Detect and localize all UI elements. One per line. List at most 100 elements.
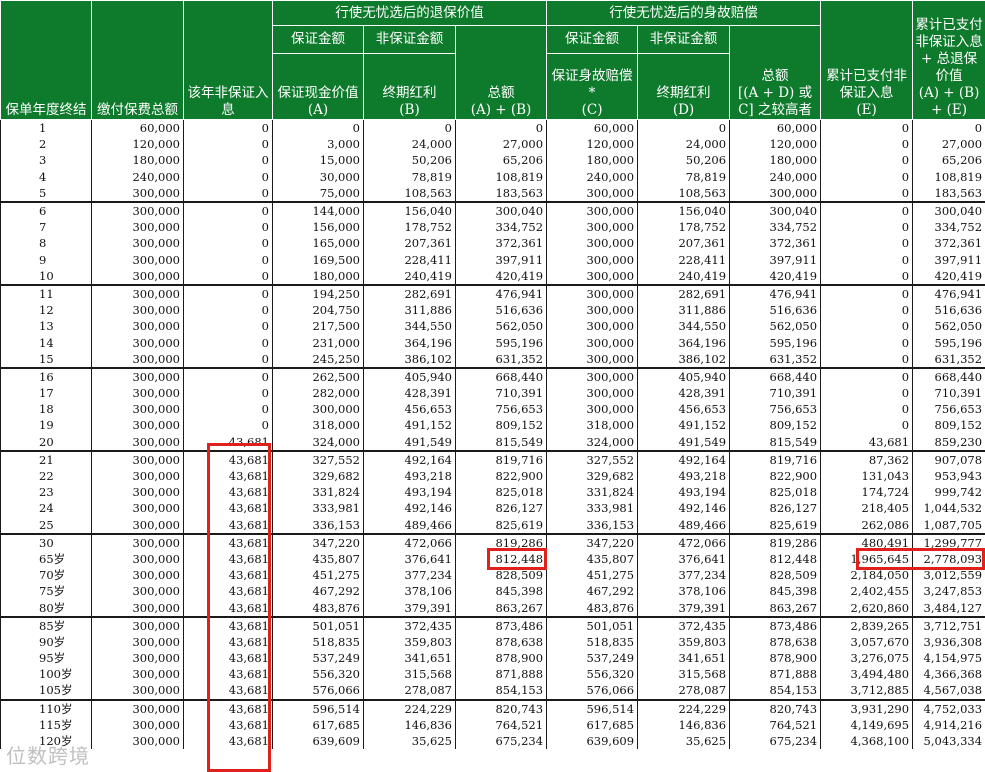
table-cell: 435,807 [272, 550, 364, 568]
table-row: 22 300,000 43,681 329,682 493,218 822,900 329,… [0, 467, 985, 485]
table-cell: 595,196 [912, 334, 985, 351]
table-cell: 108,819 [912, 168, 985, 185]
table-cell: 3,494,480 [820, 666, 914, 683]
table-cell: 78,819 [363, 168, 456, 185]
table-cell: 0 [820, 334, 914, 351]
table-cell: 5,043,334 [912, 732, 985, 750]
table-cell: 344,550 [637, 318, 731, 335]
table-cell: 386,102 [363, 350, 456, 368]
table-cell: 820,743 [729, 698, 822, 717]
table-cell: 334,752 [455, 219, 548, 236]
table-cell: 78,819 [637, 168, 731, 185]
table-cell: 300,000 [91, 401, 184, 418]
table-cell: 537,249 [546, 650, 639, 667]
table-cell: 4,154,975 [912, 650, 985, 667]
table-cell: 501,051 [272, 615, 364, 634]
table-row: 5 300,000 0 75,000 108,563 183,563 300,000 108,… [0, 184, 985, 202]
table-cell: 180,000 [272, 267, 364, 285]
table-cell: 756,653 [912, 401, 985, 418]
table-cell: 0 [637, 119, 731, 137]
table-cell: 331,824 [272, 484, 364, 501]
table-cell: 300,000 [91, 516, 184, 534]
table-cell: 300,000 [91, 716, 184, 733]
table-cell: 819,716 [729, 449, 822, 468]
table-cell: 146,836 [363, 716, 456, 733]
table-cell: 43,681 [183, 449, 273, 468]
table-cell: 300,000 [546, 235, 639, 252]
table-cell: 378,106 [363, 583, 456, 600]
table-row: 25 300,000 43,681 336,153 489,466 825,619 336,… [0, 516, 985, 534]
table-cell: 207,361 [363, 235, 456, 252]
table-cell: 631,352 [455, 350, 548, 368]
table-cell: 300,000 [91, 251, 184, 268]
table-cell: 0 [183, 417, 273, 434]
table-cell: 828,509 [729, 567, 822, 584]
table-cell: 183,563 [455, 184, 548, 202]
row-year-cell: 115岁 [0, 716, 92, 733]
table-cell: 4,752,033 [912, 698, 985, 717]
table-cell: 0 [820, 168, 914, 185]
table-cell: 262,086 [820, 516, 914, 534]
table-cell: 4,366,368 [912, 666, 985, 683]
table-cell: 639,609 [546, 732, 639, 750]
header-death-terminal-bonus: 终期红利 (D) [637, 53, 731, 120]
table-cell: 194,250 [272, 283, 364, 303]
row-year-cell: 105岁 [0, 682, 92, 700]
table-row: 15 300,000 0 245,250 386,102 631,352 300,000 38… [0, 350, 985, 368]
row-year-cell: 16 [0, 366, 92, 385]
table-cell: 224,229 [363, 698, 456, 717]
table-cell: 0 [183, 235, 273, 252]
row-year-cell: 5 [0, 184, 92, 202]
table-cell: 4,368,100 [820, 732, 914, 750]
table-cell: 282,691 [637, 283, 731, 303]
table-cell: 854,153 [729, 682, 822, 700]
table-cell: 516,636 [729, 302, 822, 319]
table-cell: 15,000 [272, 152, 364, 169]
table-cell: 108,563 [363, 184, 456, 202]
table-cell: 3,000 [272, 136, 364, 153]
header-death-total: 总额 [(A + D) 或 C] 之较高者 [729, 25, 822, 120]
table-cell: 825,018 [455, 484, 548, 501]
table-cell: 1,087,705 [912, 516, 985, 534]
table-cell: 43,681 [183, 550, 273, 568]
table-row: 9 300,000 0 169,500 228,411 397,911 300,000 228… [0, 251, 985, 268]
table-cell: 300,000 [546, 251, 639, 268]
table-cell: 467,292 [272, 583, 364, 600]
table-cell: 631,352 [729, 350, 822, 368]
table-cell: 3,012,559 [912, 567, 985, 584]
table-cell: 631,352 [912, 350, 985, 368]
row-year-cell: 2 [0, 136, 92, 153]
table-cell: 863,267 [729, 599, 822, 617]
table-cell: 43,681 [183, 433, 273, 451]
table-cell: 0 [272, 119, 364, 137]
table-cell: 311,886 [363, 302, 456, 319]
table-cell: 518,835 [272, 633, 364, 650]
table-cell: 311,886 [637, 302, 731, 319]
table-cell: 710,391 [912, 385, 985, 402]
table-cell: 822,900 [729, 467, 822, 485]
table-cell: 300,000 [91, 417, 184, 434]
table-cell: 0 [183, 219, 273, 236]
table-cell: 501,051 [546, 615, 639, 634]
header-group-death-benefit: 行使无忧选后的身故赔偿 [546, 0, 822, 26]
table-cell: 878,900 [729, 650, 822, 667]
table-cell: 300,000 [546, 366, 639, 385]
table-cell: 300,000 [729, 184, 822, 202]
table-cell: 871,888 [455, 666, 548, 683]
table-cell: 329,682 [272, 467, 364, 485]
table-cell: 397,911 [912, 251, 985, 268]
table-cell: 300,000 [91, 385, 184, 402]
table-cell: 428,391 [363, 385, 456, 402]
table-cell: 35,625 [363, 732, 456, 750]
table-cell: 282,691 [363, 283, 456, 303]
table-cell: 300,000 [91, 633, 184, 650]
table-cell: 336,153 [272, 516, 364, 534]
table-cell: 4,914,216 [912, 716, 985, 733]
table-cell: 710,391 [455, 385, 548, 402]
table-cell: 0 [820, 302, 914, 319]
row-year-cell: 75岁 [0, 583, 92, 600]
row-year-cell: 65岁 [0, 550, 92, 568]
table-cell: 183,563 [912, 184, 985, 202]
table-cell: 2,778,093 [912, 550, 985, 568]
row-year-cell: 18 [0, 401, 92, 418]
